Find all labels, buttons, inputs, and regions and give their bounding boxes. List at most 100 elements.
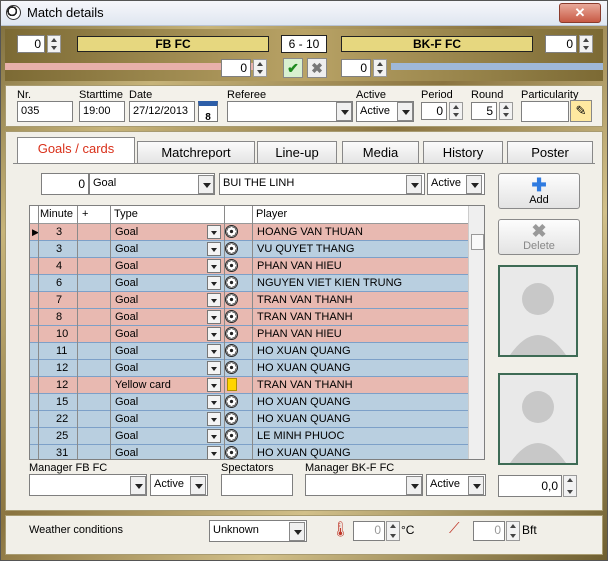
entry-minute-field[interactable]: 0 [41, 173, 89, 195]
row-type-dropdown-icon[interactable] [207, 395, 221, 409]
table-row[interactable]: 3 Goal VU QUYET THANG [30, 241, 468, 258]
row-player: PHAN VAN HIEU [257, 328, 342, 340]
table-row[interactable]: 25 Goal LE MINH PHUOC [30, 428, 468, 445]
entry-type-select[interactable]: Goal [89, 173, 215, 195]
away-sub-counter[interactable]: 0 [341, 59, 371, 77]
table-row[interactable]: 15 Goal HO XUAN QUANG [30, 394, 468, 411]
home-sub-counter[interactable]: 0 [221, 59, 251, 77]
table-row[interactable]: 12 Yellow card TRAN VAN THANH [30, 377, 468, 394]
table-row[interactable]: 4 Goal PHAN VAN HIEU [30, 258, 468, 275]
active-dropdown-icon[interactable] [397, 102, 413, 121]
goals-cards-grid[interactable]: Minute + Type Player ▶ 3 Goal HOANG VAN THU… [29, 205, 485, 460]
starttime-field[interactable]: 19:00 [79, 101, 125, 122]
rating-spinner[interactable] [563, 475, 577, 497]
entry-status-dropdown-icon[interactable] [466, 175, 482, 194]
rating-field[interactable]: 0,0 [498, 475, 562, 497]
entry-player-select[interactable]: BUI THE LINH [219, 173, 425, 195]
tab-media[interactable]: Media [342, 141, 419, 163]
spectators-field[interactable] [221, 474, 293, 496]
calendar-icon[interactable]: 8 [198, 101, 218, 123]
table-row[interactable]: 12 Goal HO XUAN QUANG [30, 360, 468, 377]
soccer-ball-icon [6, 5, 21, 20]
away-counter[interactable]: 0 [545, 35, 577, 53]
row-type: Goal [115, 277, 139, 289]
entry-type-dropdown-icon[interactable] [198, 175, 214, 194]
away-player-photo [498, 373, 578, 465]
row-minute: 11 [56, 345, 68, 357]
spectators-label: Spectators [221, 462, 274, 474]
home-counter-spinner[interactable] [47, 35, 61, 53]
row-player: TRAN VAN THANH [257, 311, 353, 323]
table-row[interactable]: 7 Goal TRAN VAN THANH [30, 292, 468, 309]
temperature-field[interactable]: 0 [353, 521, 385, 541]
cancel-x-icon[interactable]: ✖ [307, 58, 327, 78]
wind-field[interactable]: 0 [473, 521, 505, 541]
row-type-dropdown-icon[interactable] [207, 378, 221, 392]
round-spinner[interactable] [499, 102, 513, 120]
add-button[interactable]: ✚ Add [498, 173, 580, 209]
referee-dropdown-icon[interactable] [336, 102, 352, 121]
col-plus[interactable]: + [82, 206, 88, 222]
row-type-dropdown-icon[interactable] [207, 429, 221, 443]
referee-select[interactable] [227, 101, 353, 122]
row-type-dropdown-icon[interactable] [207, 310, 221, 324]
entry-player-dropdown-icon[interactable] [406, 175, 422, 194]
row-type-dropdown-icon[interactable] [207, 446, 221, 459]
row-type-dropdown-icon[interactable] [207, 344, 221, 358]
row-type-dropdown-icon[interactable] [207, 259, 221, 273]
row-type: Goal [115, 413, 139, 425]
table-row[interactable]: 31 Goal HO XUAN QUANG [30, 445, 468, 459]
confirm-check-icon[interactable]: ✔ [283, 58, 303, 78]
edit-pencil-icon[interactable]: ✎ [570, 100, 592, 122]
table-row[interactable]: 11 Goal HO XUAN QUANG [30, 343, 468, 360]
away-sub-spinner[interactable] [373, 59, 387, 77]
manager-home-dropdown-icon[interactable] [130, 476, 146, 495]
tab-history[interactable]: History [423, 141, 503, 163]
row-player: VU QUYET THANG [257, 243, 355, 255]
table-row[interactable]: 22 Goal HO XUAN QUANG [30, 411, 468, 428]
manager-away-status-dropdown-icon[interactable] [468, 476, 484, 495]
weather-dropdown-icon[interactable] [289, 522, 305, 541]
tab-poster[interactable]: Poster [507, 141, 593, 163]
tab-goals-cards[interactable]: Goals / cards [17, 137, 135, 163]
col-type[interactable]: Type [114, 206, 138, 222]
row-type-dropdown-icon[interactable] [207, 327, 221, 341]
wind-unit: Bft [522, 523, 537, 537]
period-spinner[interactable] [449, 102, 463, 120]
delete-button[interactable]: ✖ Delete [498, 219, 580, 255]
nr-field[interactable]: 035 [17, 101, 73, 122]
tab-matchreport[interactable]: Matchreport [137, 141, 255, 163]
close-button[interactable]: ✕ [559, 3, 601, 23]
row-type-dropdown-icon[interactable] [207, 276, 221, 290]
home-counter[interactable]: 0 [17, 35, 45, 53]
col-minute[interactable]: Minute [40, 206, 73, 222]
table-row[interactable]: ▶ 3 Goal HOANG VAN THUAN [30, 224, 468, 241]
scrollbar-thumb[interactable] [471, 234, 484, 250]
table-row[interactable]: 8 Goal TRAN VAN THANH [30, 309, 468, 326]
manager-away-dropdown-icon[interactable] [406, 476, 422, 495]
table-row[interactable]: 10 Goal PHAN VAN HIEU [30, 326, 468, 343]
temperature-spinner[interactable] [386, 521, 400, 541]
row-minute: 3 [56, 226, 63, 238]
date-field[interactable]: 27/12/2013 [129, 101, 195, 122]
table-row[interactable]: 6 Goal NGUYEN VIET KIEN TRUNG [30, 275, 468, 292]
row-minute: 3 [56, 243, 63, 255]
row-minute: 4 [56, 260, 63, 272]
home-sub-spinner[interactable] [253, 59, 267, 77]
col-player[interactable]: Player [256, 206, 287, 222]
away-team-name: BK-F FC [341, 36, 533, 52]
particularity-field[interactable] [521, 101, 569, 122]
round-field[interactable]: 5 [471, 102, 497, 120]
score-display: 6 - 10 [281, 35, 327, 53]
grid-scrollbar[interactable] [468, 206, 484, 459]
row-type-dropdown-icon[interactable] [207, 361, 221, 375]
away-counter-spinner[interactable] [579, 35, 593, 53]
manager-home-status-dropdown-icon[interactable] [190, 476, 206, 495]
tab-line-up[interactable]: Line-up [257, 141, 337, 163]
period-field[interactable]: 0 [421, 102, 447, 120]
row-type-dropdown-icon[interactable] [207, 225, 221, 239]
row-type-dropdown-icon[interactable] [207, 412, 221, 426]
wind-spinner[interactable] [506, 521, 520, 541]
row-type-dropdown-icon[interactable] [207, 293, 221, 307]
row-type-dropdown-icon[interactable] [207, 242, 221, 256]
